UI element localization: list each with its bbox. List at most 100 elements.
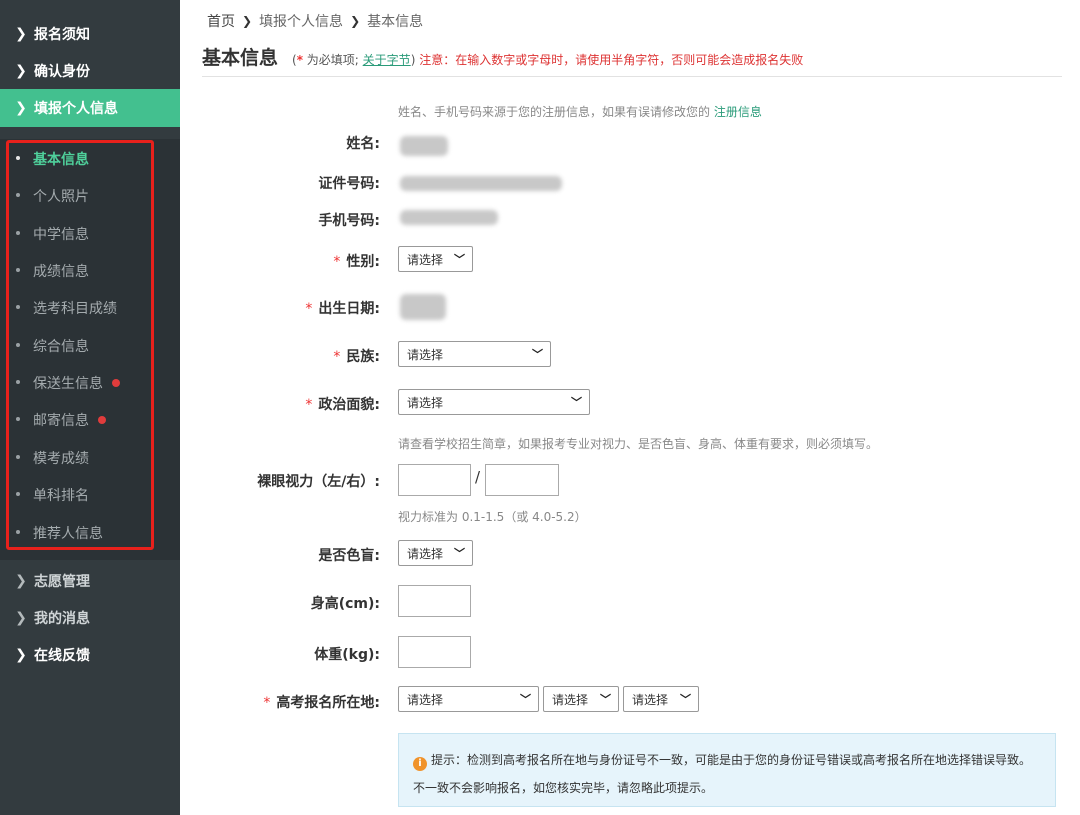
- bullet-icon: [16, 455, 20, 459]
- gender-select-value: 请选择: [407, 252, 444, 267]
- subnav-item-elective-scores[interactable]: 选考科目成绩: [0, 289, 180, 326]
- subnav-item-recommended-admission[interactable]: 保送生信息: [0, 364, 180, 401]
- chevron-right-icon: ❯: [242, 14, 253, 28]
- sidebar-item-preferences[interactable]: ❯ 志愿管理: [0, 562, 180, 599]
- bullet-icon: [16, 231, 20, 235]
- note-required-text: 为必填项;: [302, 53, 363, 67]
- exam-location-label-text: 高考报名所在地:: [276, 695, 380, 711]
- subnav-item-label: 单科排名: [33, 487, 89, 504]
- subnav-item-mailing[interactable]: 邮寄信息: [0, 401, 180, 438]
- page-header: 基本信息 (* 为必填项; 关于字节) 注意：在输入数字或字母时，请使用半角字符…: [202, 43, 1062, 77]
- exam-city-select-value: 请选择: [552, 692, 589, 707]
- sidebar-subnav: 基本信息 个人照片 中学信息 成绩信息 选考科目成绩 综合信息 保送生信息 邮寄…: [0, 139, 180, 560]
- subnav-item-subject-ranking[interactable]: 单科排名: [0, 476, 180, 513]
- about-bytes-link[interactable]: 关于字节: [363, 53, 411, 67]
- sidebar-item-registration-notice[interactable]: ❯ 报名须知: [0, 15, 180, 52]
- bullet-icon: [16, 268, 20, 272]
- exam-district-select[interactable]: 请选择 ﹀: [623, 686, 699, 712]
- political-status-label-text: 政治面貌:: [318, 397, 380, 413]
- chevron-right-icon: ❯: [15, 572, 27, 589]
- height-input[interactable]: [398, 585, 471, 617]
- alert-dot-icon: [98, 415, 106, 424]
- exam-province-select[interactable]: 请选择 ﹀: [398, 686, 539, 712]
- subnav-item-label: 成绩信息: [33, 263, 89, 280]
- subnav-item-label: 推荐人信息: [33, 525, 103, 542]
- subnav-item-label: 综合信息: [33, 338, 89, 355]
- breadcrumb: 首页 ❯ 填报个人信息 ❯ 基本信息: [207, 11, 423, 31]
- bullet-icon: [16, 530, 20, 534]
- breadcrumb-personal-info[interactable]: 填报个人信息: [259, 11, 343, 31]
- bullet-icon: [16, 380, 20, 384]
- breadcrumb-current: 基本信息: [367, 14, 424, 30]
- required-star: *: [333, 349, 341, 365]
- sidebar-item-feedback[interactable]: ❯ 在线反馈: [0, 636, 180, 673]
- subnav-item-label: 保送生信息: [33, 375, 103, 392]
- political-status-select[interactable]: 请选择 ﹀: [398, 389, 590, 415]
- physical-requirements-hint: 请查看学校招生简章，如果报考专业对视力、是否色盲、身高、体重有要求，则必须填写。: [398, 437, 879, 451]
- subnav-item-label: 个人照片: [33, 188, 89, 205]
- phone-label: 手机号码:: [318, 213, 380, 229]
- chevron-down-icon: ﹀: [520, 693, 531, 706]
- ethnicity-label: * 民族:: [180, 346, 380, 366]
- chevron-right-icon: ❯: [15, 62, 27, 79]
- bullet-icon: [16, 193, 20, 197]
- breadcrumb-home[interactable]: 首页: [207, 11, 235, 31]
- subnav-item-basic-info[interactable]: 基本信息: [0, 140, 180, 177]
- app-root: ❯ 报名须知 ❯ 确认身份 ❯ 填报个人信息 基本信息 个人照片 中学信息 成绩…: [0, 0, 1080, 815]
- sidebar-item-label: 确认身份: [34, 63, 90, 80]
- name-label: 姓名:: [346, 136, 380, 152]
- color-blind-label: 是否色盲:: [318, 548, 380, 564]
- subnav-item-label: 中学信息: [33, 226, 89, 243]
- gender-select[interactable]: 请选择 ﹀: [398, 246, 473, 272]
- sidebar-bottom-group: ❯ 志愿管理 ❯ 我的消息 ❯ 在线反馈: [0, 562, 180, 673]
- exam-district-select-value: 请选择: [632, 692, 669, 707]
- vision-label: 裸眼视力（左/右）:: [257, 474, 380, 490]
- chevron-down-icon: ﹀: [571, 396, 582, 409]
- sidebar-item-label: 在线反馈: [34, 647, 90, 664]
- required-star: *: [333, 254, 341, 270]
- id-number-label: 证件号码:: [318, 176, 380, 192]
- ethnicity-select-value: 请选择: [407, 347, 444, 362]
- vision-left-input[interactable]: [398, 464, 471, 496]
- color-blind-select[interactable]: 请选择 ﹀: [398, 540, 473, 566]
- gender-label-text: 性别:: [346, 254, 380, 270]
- name-value-redacted: [400, 136, 448, 156]
- subnav-item-mock-exam[interactable]: 模考成绩: [0, 439, 180, 476]
- required-star: *: [305, 301, 313, 317]
- exam-location-label: * 高考报名所在地:: [180, 692, 380, 712]
- subnav-item-photo[interactable]: 个人照片: [0, 177, 180, 214]
- bullet-icon: [16, 492, 20, 496]
- chevron-right-icon: ❯: [15, 25, 27, 42]
- birth-date-label: * 出生日期:: [180, 298, 380, 318]
- info-icon: i: [413, 757, 427, 771]
- ethnicity-select[interactable]: 请选择 ﹀: [398, 341, 551, 367]
- main-content: 首页 ❯ 填报个人信息 ❯ 基本信息 基本信息 (* 为必填项; 关于字节) 注…: [180, 0, 1080, 815]
- sidebar-item-confirm-identity[interactable]: ❯ 确认身份: [0, 52, 180, 89]
- sidebar-item-label: 志愿管理: [34, 573, 90, 590]
- subnav-item-comprehensive[interactable]: 综合信息: [0, 327, 180, 364]
- tip-text: 提示：检测到高考报名所在地与身份证号不一致，可能是由于您的身份证号错误或高考报名…: [413, 753, 1032, 795]
- sidebar-item-personal-info[interactable]: ❯ 填报个人信息: [0, 89, 180, 127]
- registration-info-link[interactable]: 注册信息: [714, 105, 762, 119]
- hint-text: 姓名、手机号码来源于您的注册信息，如果有误请修改您的: [398, 105, 714, 119]
- required-star: *: [263, 695, 271, 711]
- page-title: 基本信息: [202, 47, 279, 69]
- chevron-down-icon: ﹀: [532, 348, 543, 361]
- registration-source-hint: 姓名、手机号码来源于您的注册信息，如果有误请修改您的 注册信息: [398, 103, 762, 120]
- weight-input[interactable]: [398, 636, 471, 668]
- alert-dot-icon: [112, 378, 120, 387]
- subnav-item-school-info[interactable]: 中学信息: [0, 215, 180, 252]
- subnav-item-label: 基本信息: [33, 151, 89, 168]
- ethnicity-label-text: 民族:: [346, 349, 380, 365]
- sidebar-item-messages[interactable]: ❯ 我的消息: [0, 599, 180, 636]
- political-status-label: * 政治面貌:: [180, 394, 380, 414]
- exam-city-select[interactable]: 请选择 ﹀: [543, 686, 619, 712]
- vision-right-input[interactable]: [485, 464, 559, 496]
- phone-value-redacted: [400, 210, 498, 225]
- required-star: *: [305, 397, 313, 413]
- subnav-item-label: 模考成绩: [33, 450, 89, 467]
- political-status-select-value: 请选择: [407, 395, 444, 410]
- vision-standard-hint: 视力标准为 0.1-1.5（或 4.0-5.2）: [398, 510, 587, 524]
- subnav-item-scores[interactable]: 成绩信息: [0, 252, 180, 289]
- subnav-item-referee[interactable]: 推荐人信息: [0, 514, 180, 551]
